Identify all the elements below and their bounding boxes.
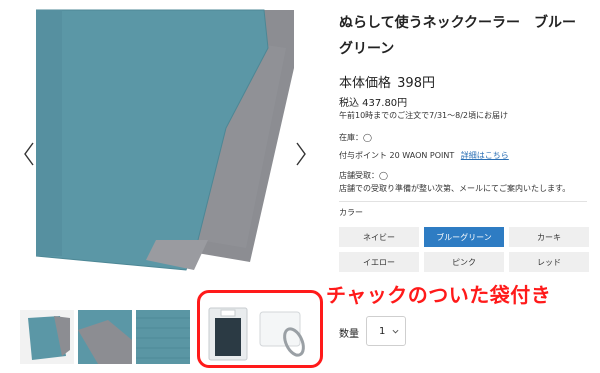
thumbnail-3[interactable] — [136, 310, 190, 364]
color-option-bluegreen[interactable]: ブルーグリーン — [424, 227, 504, 247]
gallery-next-button[interactable] — [294, 140, 308, 168]
gallery-prev-button[interactable] — [22, 140, 36, 168]
main-product-image — [36, 8, 294, 284]
quantity-select[interactable]: 1 — [366, 316, 406, 346]
thumbnail-2[interactable] — [78, 310, 132, 364]
chevron-down-icon — [392, 329, 399, 334]
color-label: カラー — [339, 208, 363, 217]
highlight-frame — [197, 290, 323, 368]
delivery-estimate: 午前10時までのご注文で7/31～8/2頃にお届け — [339, 111, 509, 120]
color-option-khaki[interactable]: カーキ — [509, 227, 589, 247]
store-pickup-status: 店舗受取：◯ — [339, 171, 388, 180]
store-pickup-note: 店舗での受取り準備が整い次第、メールにてご案内いたします。 — [339, 184, 571, 193]
fabric-texture-thumbnail-image — [136, 310, 190, 364]
color-option-red[interactable]: レッド — [509, 252, 589, 272]
price-label: 本体価格 — [339, 76, 392, 91]
divider — [339, 201, 587, 202]
quantity-label: 数量 — [339, 329, 359, 340]
stock-status: 在庫：◯ — [339, 133, 372, 142]
towel-illustration — [36, 9, 294, 271]
color-option-pink[interactable]: ピンク — [424, 252, 504, 272]
points-row: 付与ポイント 20 WAON POINT 詳細はこちら — [339, 150, 509, 161]
price-row: 本体価格 398円 — [339, 72, 435, 91]
towel-closeup-thumbnail-image — [78, 310, 132, 364]
price-tax-included: 税込 437.80円 — [339, 98, 408, 109]
towel-thumbnail-image — [20, 310, 74, 364]
thumbnail-1[interactable] — [20, 310, 74, 364]
quantity-value: 1 — [379, 325, 386, 337]
points-text: 付与ポイント 20 WAON POINT — [339, 151, 455, 160]
price-value: 398円 — [397, 76, 435, 91]
product-title: ぬらして使うネッククーラー ブルーグリーン — [339, 15, 577, 57]
promo-caption: チャックのついた袋付き — [326, 283, 552, 307]
points-details-link[interactable]: 詳細はこちら — [461, 151, 509, 160]
chevron-left-icon — [24, 142, 34, 166]
color-option-navy[interactable]: ネイビー — [339, 227, 419, 247]
chevron-right-icon — [296, 142, 306, 166]
color-option-yellow[interactable]: イエロー — [339, 252, 419, 272]
